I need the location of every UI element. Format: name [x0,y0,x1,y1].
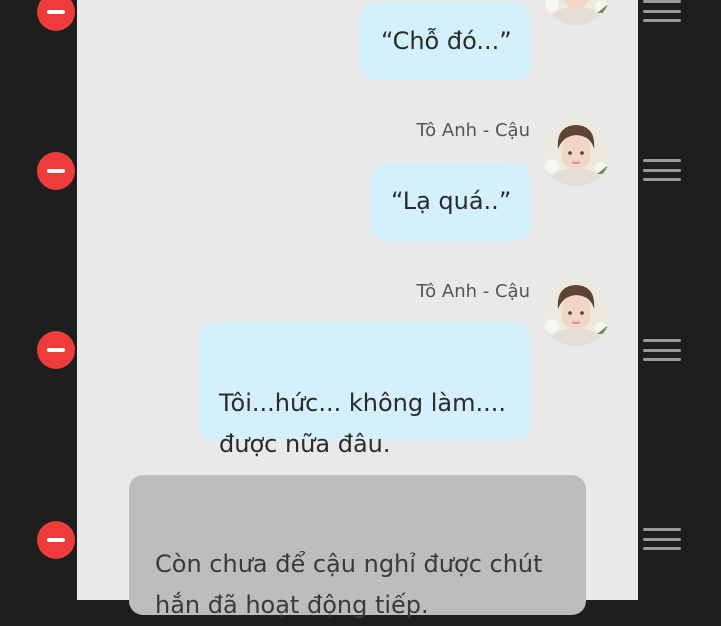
minus-icon [47,169,65,173]
drag-handle-icon[interactable] [643,159,681,181]
avatar-portrait-icon [541,116,611,186]
character-avatar[interactable] [541,116,611,186]
minus-icon [47,348,65,352]
delete-message-button[interactable] [37,521,75,559]
avatar-portrait-icon [541,276,611,346]
speaker-name: Tô Anh - Cậu [416,281,530,302]
drag-handle-icon[interactable] [643,339,681,361]
drag-handle-icon[interactable] [643,528,681,550]
delete-message-button[interactable] [37,331,75,369]
message-text: “Lạ quá..” [391,187,512,215]
message-bubble[interactable]: “Chỗ đó...” [361,2,530,80]
message-bubble[interactable]: Tôi...hức... không làm.... được nữa đâu. [199,322,530,458]
message-bubble[interactable]: “Lạ quá..” [371,163,530,241]
narration-box[interactable]: Còn chưa để cậu nghỉ được chút hắn đã ho… [129,475,586,619]
message-text: “Chỗ đó...” [381,27,512,55]
minus-icon [47,10,65,14]
minus-icon [47,538,65,542]
speaker-name: Tô Anh - Cậu [416,120,530,141]
delete-message-button[interactable] [37,0,75,31]
character-avatar[interactable] [541,276,611,346]
drag-handle-icon[interactable] [643,0,681,22]
narration-text: Còn chưa để cậu nghỉ được chút hắn đã ho… [155,550,543,619]
delete-message-button[interactable] [37,152,75,190]
